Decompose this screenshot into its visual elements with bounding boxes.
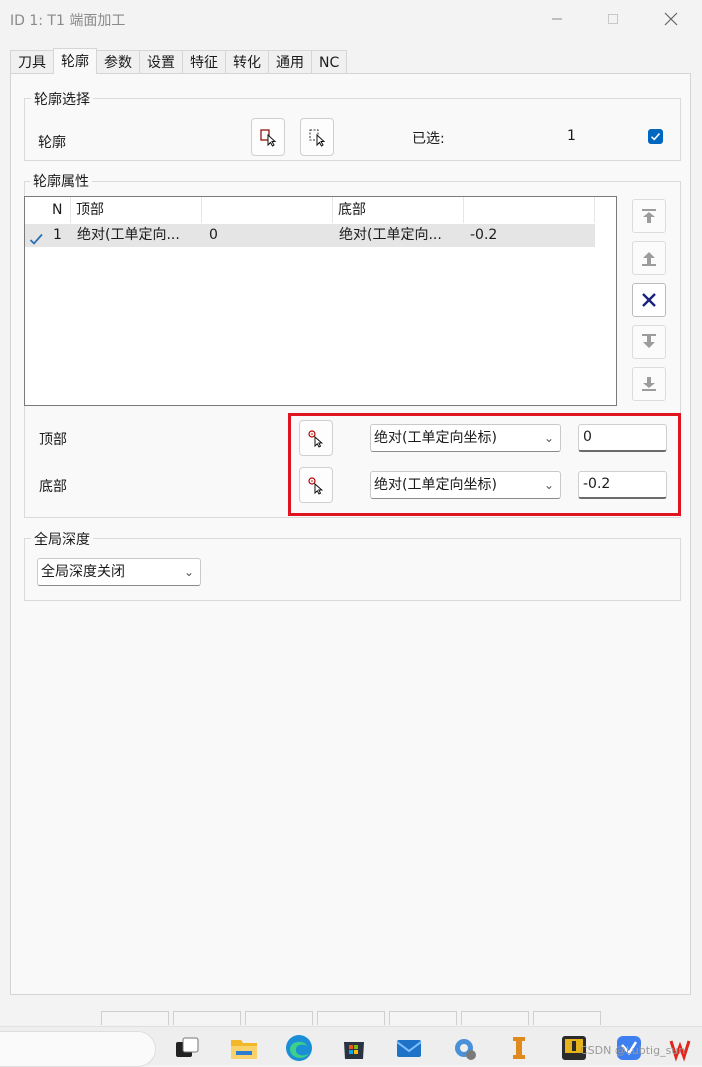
contour-selection-legend: 轮廓选择 xyxy=(31,89,93,109)
contour-selection-group: 轮廓选择 轮廓 已选: 1 xyxy=(24,89,681,161)
tab-general[interactable]: 通用 xyxy=(268,50,312,74)
tab-transform[interactable]: 转化 xyxy=(225,50,269,74)
contour-list[interactable]: N 顶部 底部 1 绝对(工单定向... 0 绝对(工单定向... -0.2 xyxy=(24,196,617,406)
move-up-icon xyxy=(642,252,656,266)
selection-checkbox[interactable] xyxy=(648,129,663,144)
move-down-button[interactable] xyxy=(632,325,666,359)
store-icon[interactable] xyxy=(339,1033,369,1063)
move-to-top-icon xyxy=(642,209,656,223)
column-top[interactable]: 顶部 xyxy=(71,197,202,223)
contour-list-header: N 顶部 底部 xyxy=(25,197,595,223)
chevron-down-icon: ⌄ xyxy=(183,565,194,579)
selected-count: 1 xyxy=(567,128,576,144)
edge-browser-icon[interactable] xyxy=(284,1033,314,1063)
global-depth-legend: 全局深度 xyxy=(31,529,93,549)
delete-x-icon xyxy=(642,293,656,307)
title-bar: ID 1: T1 端面加工 xyxy=(0,0,702,38)
dialog-button[interactable] xyxy=(317,1011,385,1025)
row-n: 1 xyxy=(53,227,62,243)
mail-icon[interactable] xyxy=(394,1033,424,1063)
row-top-value: 0 xyxy=(209,227,218,243)
column-n[interactable]: N xyxy=(47,197,71,223)
window-title: ID 1: T1 端面加工 xyxy=(10,13,126,29)
tab-features[interactable]: 特征 xyxy=(182,50,226,74)
move-to-bottom-icon xyxy=(642,377,656,391)
global-depth-value: 全局深度关闭 xyxy=(41,564,125,580)
dialog-button[interactable] xyxy=(101,1011,169,1025)
move-to-top-button[interactable] xyxy=(632,199,666,233)
highlight-annotation-box xyxy=(288,413,681,516)
row-check-icon[interactable] xyxy=(29,228,44,251)
move-down-icon xyxy=(642,334,656,348)
dialog-button[interactable] xyxy=(461,1011,529,1025)
close-button[interactable] xyxy=(648,4,694,34)
tab-tool[interactable]: 刀具 xyxy=(10,50,54,74)
tab-bar: 刀具 轮廓 参数 设置 特征 转化 通用 NC xyxy=(10,48,348,74)
column-top-value[interactable] xyxy=(202,197,333,223)
select-contour-button[interactable] xyxy=(251,118,285,156)
task-view-icon[interactable] xyxy=(172,1033,202,1063)
table-row[interactable]: 1 绝对(工单定向... 0 绝对(工单定向... -0.2 xyxy=(25,224,595,247)
add-contour-icon xyxy=(309,129,326,147)
bottom-label: 底部 xyxy=(39,479,67,495)
checkmark-icon xyxy=(650,132,661,141)
dialog-button[interactable] xyxy=(389,1011,457,1025)
contour-label: 轮廓 xyxy=(38,135,66,151)
selected-label: 已选: xyxy=(412,131,445,147)
minimize-icon xyxy=(552,18,562,20)
contour-tab-panel: 轮廓选择 轮廓 已选: 1 轮廓属性 N 顶部 底部 1 绝对(工单定向... … xyxy=(10,73,691,995)
tab-nc[interactable]: NC xyxy=(311,50,348,74)
taskbar-search-box[interactable] xyxy=(0,1031,156,1067)
minimize-button[interactable] xyxy=(534,4,580,34)
column-bottom-value[interactable] xyxy=(464,197,595,223)
watermark-text: CSDN @Lubtig_sun xyxy=(580,1044,686,1057)
maximize-icon xyxy=(608,14,618,24)
row-top: 绝对(工单定向... xyxy=(77,227,180,243)
dialog-button[interactable] xyxy=(533,1011,601,1025)
row-bottom-value: -0.2 xyxy=(470,227,498,243)
global-depth-select[interactable]: 全局深度关闭 ⌄ xyxy=(37,558,201,586)
delete-contour-button[interactable] xyxy=(632,283,666,317)
tab-contour[interactable]: 轮廓 xyxy=(53,48,97,74)
settings-gear-icon[interactable] xyxy=(449,1033,479,1063)
tab-settings[interactable]: 设置 xyxy=(139,50,183,74)
top-label: 顶部 xyxy=(39,432,67,448)
move-to-bottom-button[interactable] xyxy=(632,367,666,401)
contour-properties-legend: 轮廓属性 xyxy=(30,171,92,191)
column-bottom[interactable]: 底部 xyxy=(333,197,464,223)
move-up-button[interactable] xyxy=(632,241,666,275)
close-icon xyxy=(664,12,678,26)
file-explorer-icon[interactable] xyxy=(229,1033,259,1063)
add-contour-button[interactable] xyxy=(300,118,334,156)
dialog-button[interactable] xyxy=(173,1011,241,1025)
app-i-icon[interactable] xyxy=(504,1033,534,1063)
row-bottom: 绝对(工单定向... xyxy=(339,227,442,243)
dialog-button[interactable] xyxy=(245,1011,313,1025)
select-contour-icon xyxy=(260,129,277,147)
maximize-button[interactable] xyxy=(590,4,636,34)
tab-parameters[interactable]: 参数 xyxy=(96,50,140,74)
